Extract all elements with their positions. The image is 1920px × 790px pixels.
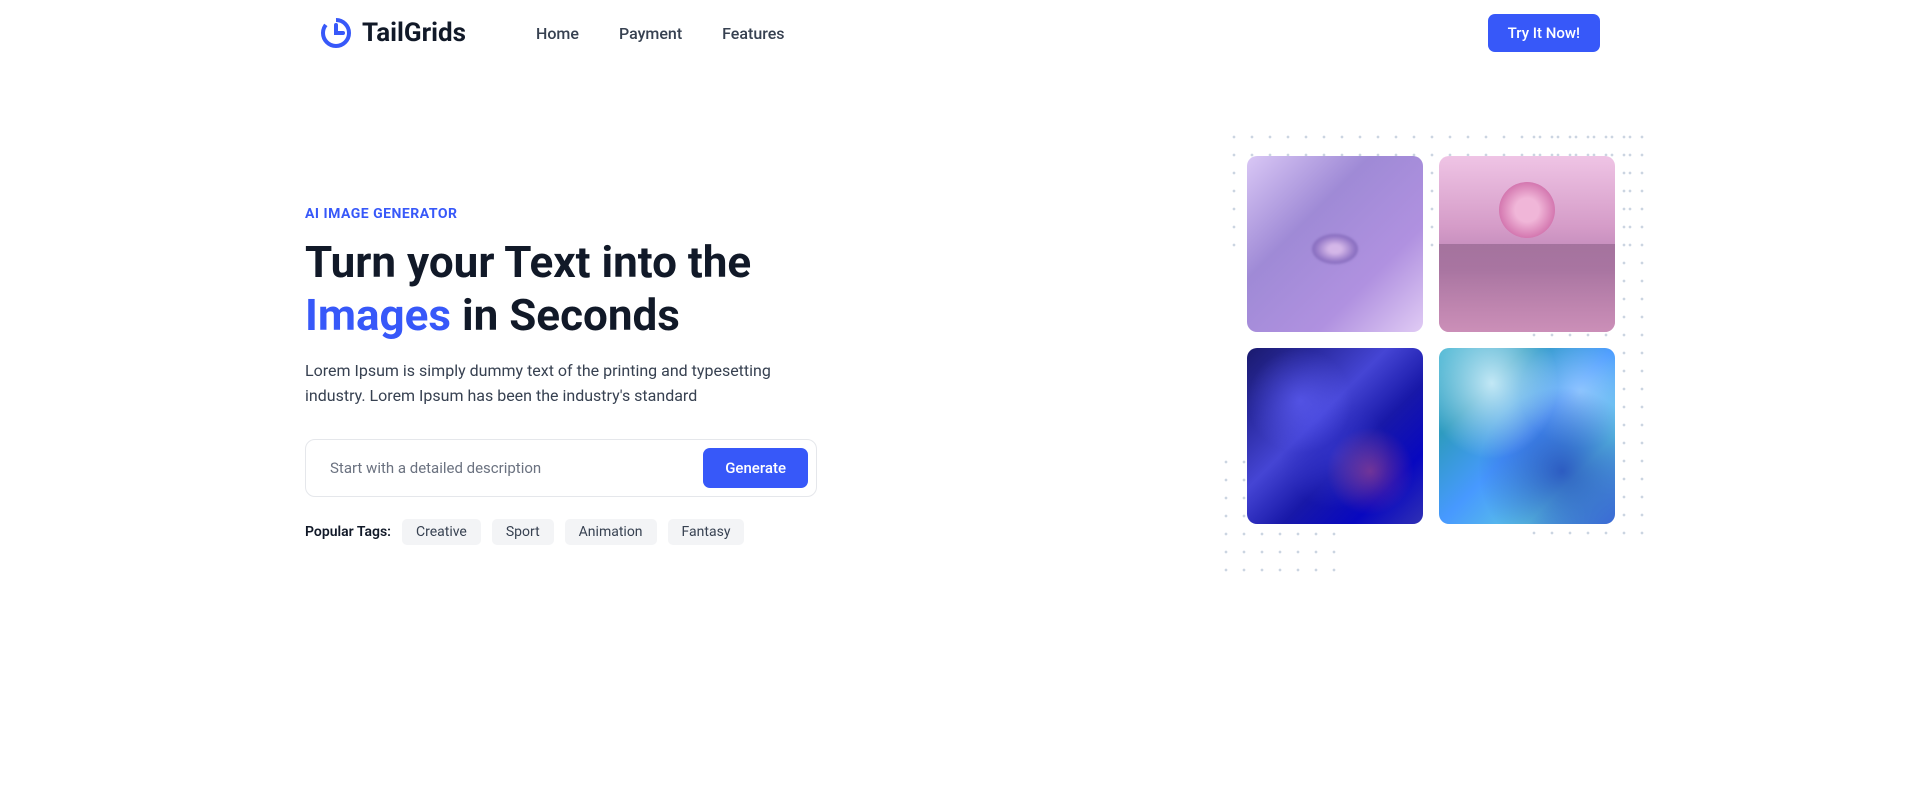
nav-links: Home Payment Features <box>536 24 785 43</box>
hero-section: AI IMAGE GENERATOR Turn your Text into t… <box>305 66 1615 605</box>
tag-animation[interactable]: Animation <box>565 519 657 545</box>
prompt-input-container: Generate <box>305 439 817 497</box>
tag-fantasy[interactable]: Fantasy <box>668 519 745 545</box>
image-grid <box>1247 156 1615 524</box>
tags-row: Popular Tags: Creative Sport Animation F… <box>305 519 881 545</box>
sample-image-2 <box>1439 156 1615 332</box>
title-part1: Turn your Text into the <box>305 236 751 288</box>
tag-creative[interactable]: Creative <box>402 519 481 545</box>
sample-image-1 <box>1247 156 1423 332</box>
sample-image-3 <box>1247 348 1423 524</box>
title-part2: in Seconds <box>451 289 680 341</box>
logo[interactable]: TailGrids <box>320 17 466 49</box>
hero-title: Turn your Text into the Images in Second… <box>305 236 881 342</box>
navbar: TailGrids Home Payment Features Try It N… <box>320 14 1600 52</box>
logo-icon <box>320 17 352 49</box>
title-highlight: Images <box>305 289 451 341</box>
hero-subtitle: AI IMAGE GENERATOR <box>305 206 881 222</box>
nav-home[interactable]: Home <box>536 24 579 43</box>
tag-sport[interactable]: Sport <box>492 519 554 545</box>
nav-payment[interactable]: Payment <box>619 24 682 43</box>
header: TailGrids Home Payment Features Try It N… <box>0 0 1920 66</box>
tags-label: Popular Tags: <box>305 524 391 540</box>
prompt-input[interactable] <box>330 459 703 477</box>
generate-button[interactable]: Generate <box>703 448 808 488</box>
try-now-button[interactable]: Try It Now! <box>1488 14 1600 52</box>
hero-content: AI IMAGE GENERATOR Turn your Text into t… <box>305 156 881 545</box>
logo-text: TailGrids <box>362 18 466 48</box>
hero-gallery <box>921 156 1615 545</box>
hero-description: Lorem Ipsum is simply dummy text of the … <box>305 358 785 409</box>
sample-image-4 <box>1439 348 1615 524</box>
nav-features[interactable]: Features <box>722 24 784 43</box>
